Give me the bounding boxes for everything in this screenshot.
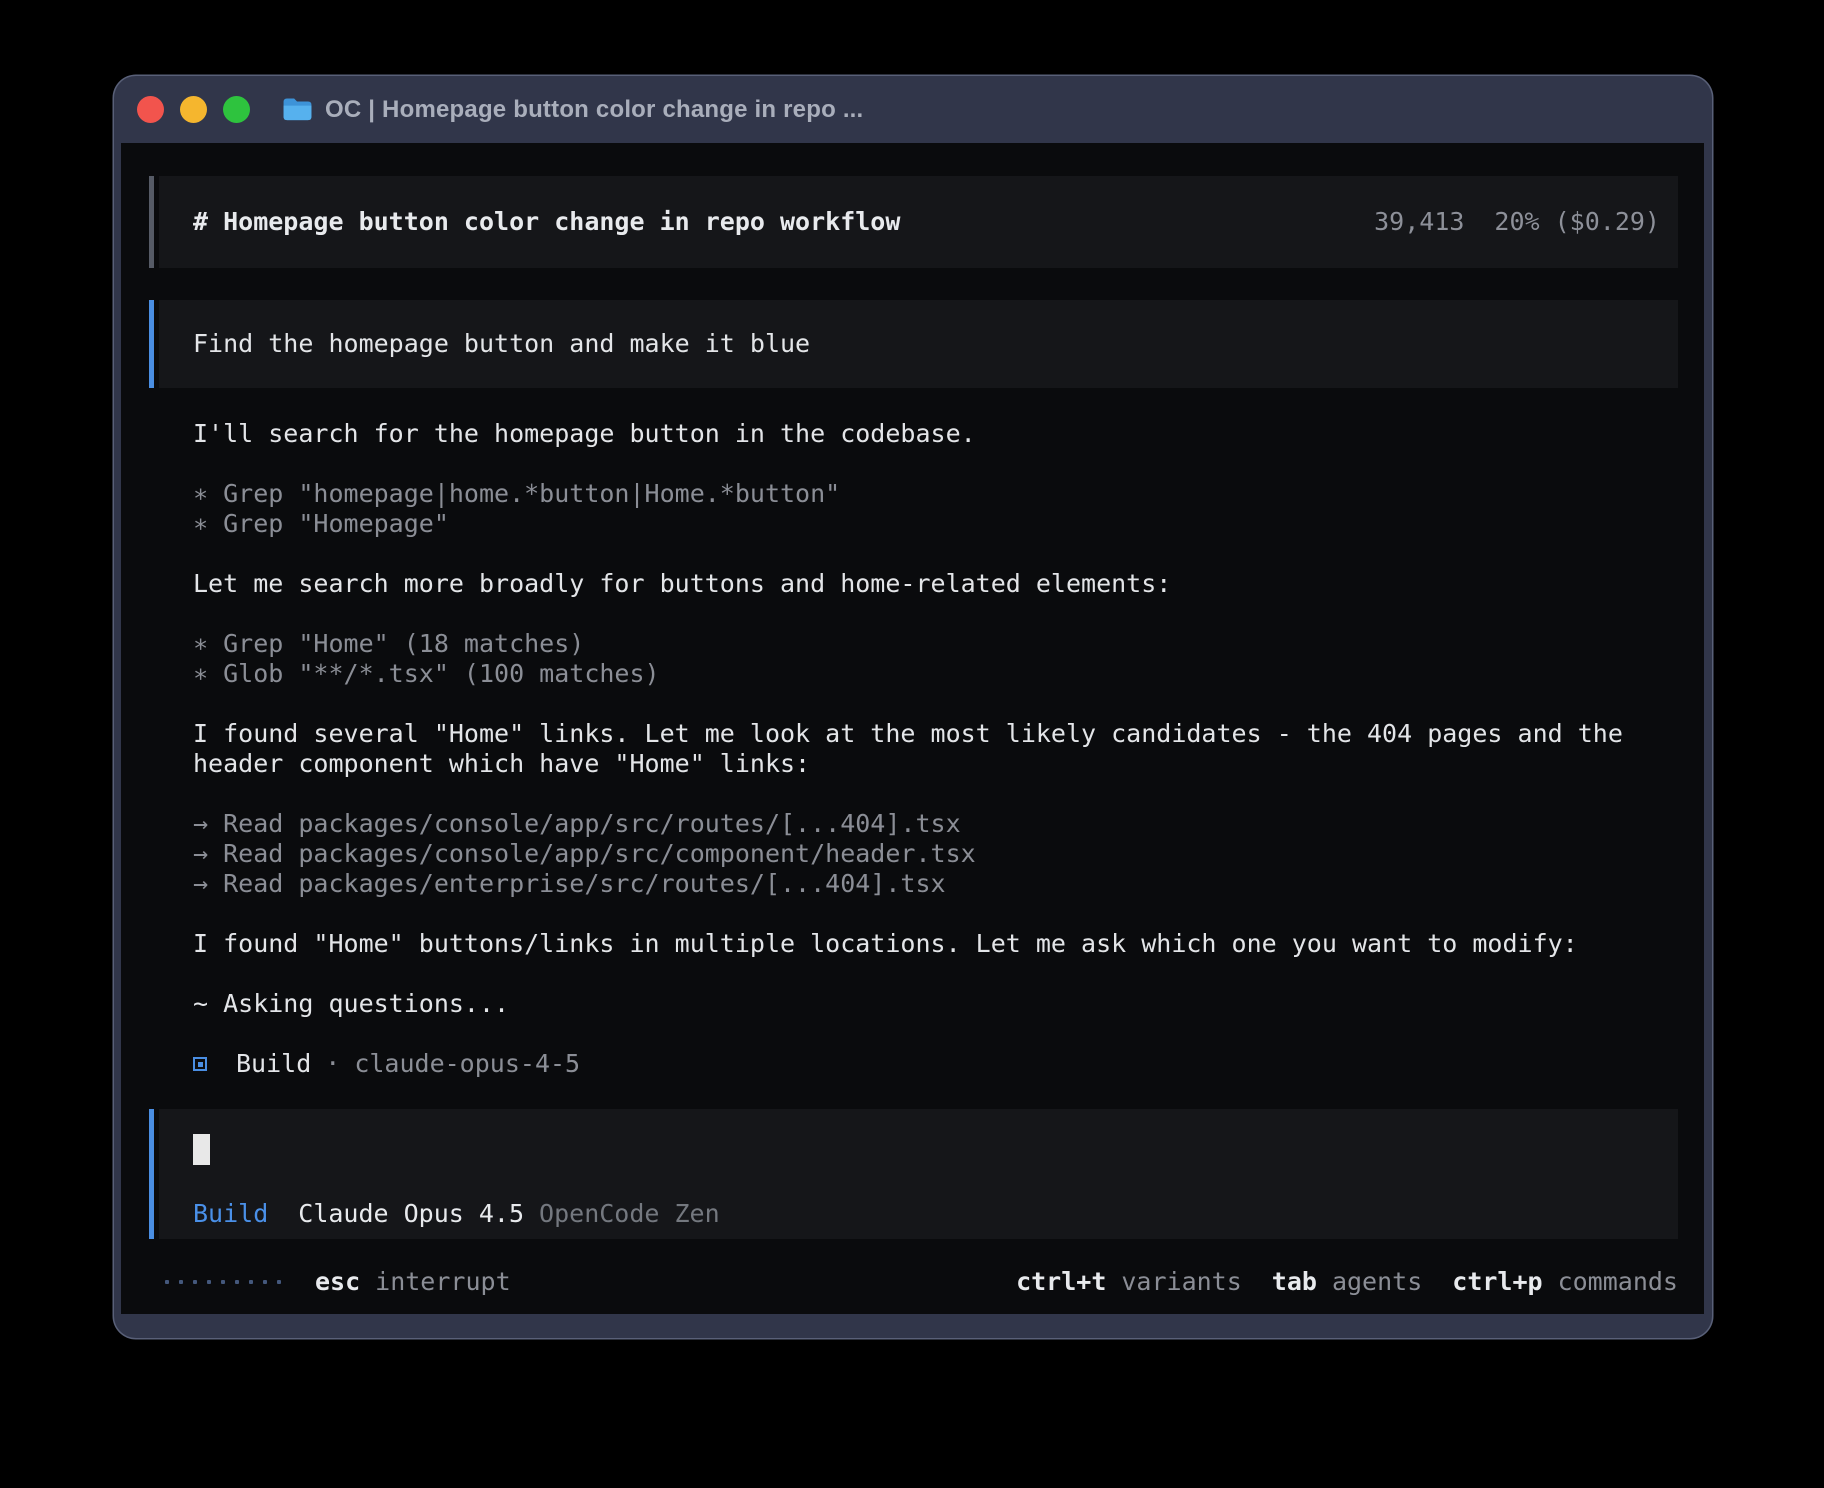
traffic-lights	[137, 96, 250, 123]
tool-call-grep: ∗ Grep "Home" (18 matches)	[193, 629, 1678, 659]
user-message-text: Find the homepage button and make it blu…	[193, 329, 810, 359]
tool-call-glob: ∗ Glob "**/*.tsx" (100 matches)	[193, 659, 1678, 689]
text-cursor	[193, 1134, 210, 1165]
dot-separator: ·	[325, 1049, 340, 1079]
assistant-text: I found "Home" buttons/links in multiple…	[193, 929, 1678, 959]
shortcut-agents: tab agents	[1272, 1267, 1422, 1297]
ctrl-p-key-hint: ctrl+p	[1452, 1267, 1542, 1297]
shortcut-interrupt: esc interrupt	[315, 1267, 511, 1297]
tool-call-read: → Read packages/console/app/src/routes/[…	[193, 809, 1678, 839]
maximize-button[interactable]	[223, 96, 250, 123]
shortcut-commands: ctrl+p commands	[1452, 1267, 1678, 1297]
esc-key-hint: esc	[315, 1267, 360, 1297]
prompt-input[interactable]: Build Claude Opus 4.5 OpenCode Zen	[149, 1109, 1678, 1239]
assistant-text: header component which have "Home" links…	[193, 749, 1678, 779]
assistant-message: I found several "Home" links. Let me loo…	[193, 719, 1678, 779]
agent-model: claude-opus-4-5	[354, 1049, 580, 1079]
tool-call-group: ∗ Grep "homepage|home.*button|Home.*butt…	[193, 479, 1678, 539]
session-stats: 39,413 20% ($0.29)	[1374, 207, 1660, 237]
agent-square-icon	[193, 1057, 207, 1071]
assistant-status: ~ Asking questions...	[193, 989, 1678, 1019]
transcript: I'll search for the homepage button in t…	[149, 419, 1678, 1079]
assistant-text: I found several "Home" links. Let me loo…	[193, 719, 1678, 749]
terminal-window: OC | Homepage button color change in rep…	[114, 76, 1712, 1338]
tool-call-grep: ∗ Grep "homepage|home.*button|Home.*butt…	[193, 479, 1678, 509]
close-button[interactable]	[137, 96, 164, 123]
agent-name: Build	[236, 1049, 311, 1079]
token-count: 39,413	[1374, 207, 1464, 236]
spinner-dots	[165, 1280, 281, 1284]
agent-status-line: Build · claude-opus-4-5	[193, 1049, 1678, 1079]
tool-call-group: → Read packages/console/app/src/routes/[…	[193, 809, 1678, 899]
input-model-name: Claude Opus 4.5	[298, 1199, 524, 1229]
minimize-button[interactable]	[180, 96, 207, 123]
variants-label: variants	[1121, 1267, 1241, 1297]
session-header: # Homepage button color change in repo w…	[149, 176, 1678, 268]
status-bar: esc interrupt ctrl+t variants tab agents…	[149, 1264, 1678, 1300]
asking-questions-status: ~ Asking questions...	[193, 989, 1678, 1019]
window-title: OC | Homepage button color change in rep…	[325, 96, 863, 124]
assistant-text: I'll search for the homepage button in t…	[193, 419, 1678, 449]
tool-call-group: ∗ Grep "Home" (18 matches) ∗ Glob "**/*.…	[193, 629, 1678, 689]
tool-call-grep: ∗ Grep "Homepage"	[193, 509, 1678, 539]
agents-label: agents	[1332, 1267, 1422, 1297]
folder-icon	[282, 97, 313, 122]
ctrl-t-key-hint: ctrl+t	[1016, 1267, 1106, 1297]
assistant-message: Let me search more broadly for buttons a…	[193, 569, 1678, 599]
input-agent-mode[interactable]: Build	[193, 1199, 268, 1229]
tool-call-read: → Read packages/console/app/src/componen…	[193, 839, 1678, 869]
user-message: Find the homepage button and make it blu…	[149, 300, 1678, 388]
tool-call-read: → Read packages/enterprise/src/routes/[.…	[193, 869, 1678, 899]
commands-label: commands	[1558, 1267, 1678, 1297]
assistant-message: I found "Home" buttons/links in multiple…	[193, 929, 1678, 959]
context-cost: 20% ($0.29)	[1494, 207, 1660, 236]
title-group: OC | Homepage button color change in rep…	[282, 96, 863, 124]
shortcut-variants: ctrl+t variants	[1016, 1267, 1242, 1297]
tab-key-hint: tab	[1272, 1267, 1317, 1297]
interrupt-label: interrupt	[375, 1267, 510, 1297]
model-status-line: Build Claude Opus 4.5 OpenCode Zen	[193, 1199, 1678, 1229]
terminal-content: # Homepage button color change in repo w…	[121, 143, 1704, 1314]
titlebar[interactable]: OC | Homepage button color change in rep…	[114, 76, 1712, 143]
input-provider-name: OpenCode Zen	[539, 1199, 720, 1229]
assistant-text: Let me search more broadly for buttons a…	[193, 569, 1678, 599]
assistant-message: I'll search for the homepage button in t…	[193, 419, 1678, 449]
session-title: # Homepage button color change in repo w…	[193, 207, 900, 237]
